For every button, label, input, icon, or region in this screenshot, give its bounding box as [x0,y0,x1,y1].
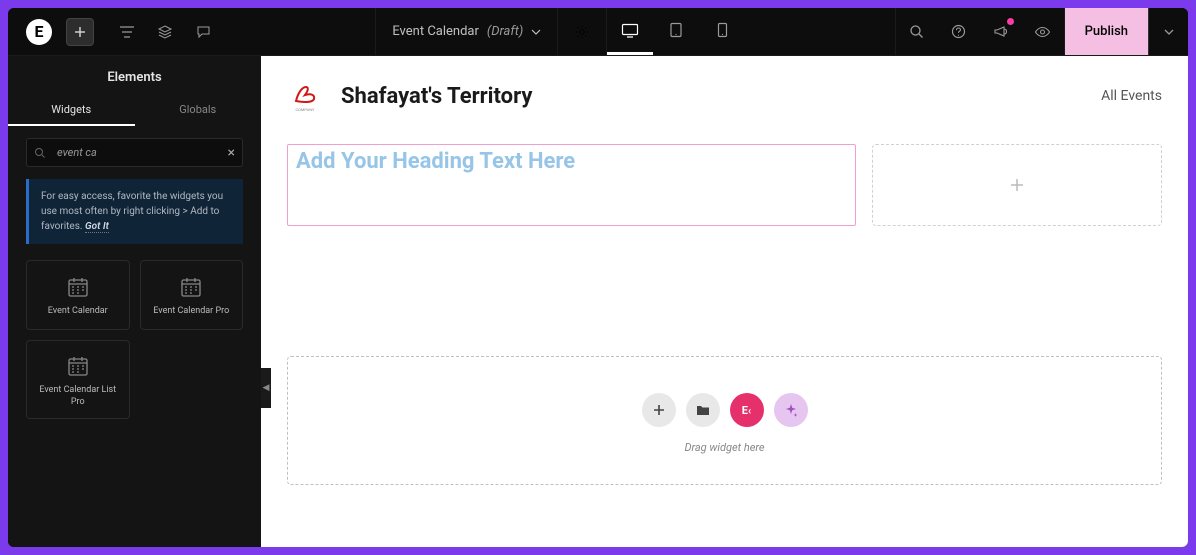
whats-new-button[interactable] [980,8,1022,55]
desktop-icon [621,23,639,38]
content-row-1: Add Your Heading Text Here [287,144,1162,226]
tip-dismiss-link[interactable]: Got It [85,221,109,233]
help-button[interactable] [938,8,980,55]
publish-options-button[interactable] [1148,8,1188,55]
heading-text: Add Your Heading Text Here [296,149,847,174]
ai-button[interactable] [774,393,808,427]
layers-button[interactable] [150,18,180,46]
search-icon [34,147,46,159]
structure-button[interactable] [112,18,142,46]
brand-name: Shafayat's Territory [341,84,532,109]
nav-all-events[interactable]: All Events [1101,88,1162,104]
drop-zone[interactable]: E‹ Drag widget here [287,356,1162,485]
sidebar-title: Elements [8,56,261,95]
responsive-tabs [607,8,745,55]
document-status: (Draft) [487,24,523,39]
calendar-icon [67,276,89,298]
collapse-sidebar-button[interactable]: ◀ [261,368,271,408]
calendar-icon [180,276,202,298]
layers-icon [157,24,173,40]
plus-icon [1009,177,1025,193]
widget-event-calendar-pro[interactable]: Event Calendar Pro [140,260,244,330]
template-library-button[interactable] [686,393,720,427]
search-icon [909,24,924,39]
widget-label: Event Calendar [48,306,108,318]
gear-icon [574,24,590,40]
notes-button[interactable] [188,18,218,46]
plus-icon [653,404,665,416]
canvas-inner: COMPANY Shafayat's Territory All Events … [261,56,1188,503]
search-box: × [26,138,243,167]
tablet-icon [669,22,683,38]
device-desktop-tab[interactable] [607,8,653,55]
widget-label: Event Calendar Pro [153,306,229,318]
search-wrap: × [8,126,261,175]
widgets-grid: Event Calendar Event Calendar Pro Event … [8,254,261,425]
chevron-down-icon [1164,29,1174,35]
topbar: E Event Calendar (Draft) [8,8,1188,56]
plus-icon [74,26,86,38]
add-section-button[interactable] [642,393,676,427]
sparkle-icon [784,403,798,417]
empty-column-add[interactable] [872,144,1162,226]
widget-event-calendar-list-pro[interactable]: Event Calendar List Pro [26,340,130,419]
mobile-icon [717,22,728,38]
body-wrap: Elements Widgets Globals × For easy acce… [8,56,1188,547]
svg-text:COMPANY: COMPANY [296,107,316,112]
widget-event-calendar[interactable]: Event Calendar [26,260,130,330]
folder-icon [696,404,710,416]
topbar-right: Publish [895,8,1188,55]
drop-hint: Drag widget here [684,441,764,454]
drop-actions: E‹ [642,393,808,427]
chevron-down-icon [531,29,541,35]
heading-widget[interactable]: Add Your Heading Text Here [287,144,856,226]
topbar-left: E [8,18,226,46]
tab-widgets[interactable]: Widgets [8,95,135,126]
canvas-area: COMPANY Shafayat's Territory All Events … [261,56,1188,547]
elementskit-button[interactable]: E‹ [730,393,764,427]
structure-icon [119,25,135,39]
app-root: E Event Calendar (Draft) [8,8,1188,547]
add-element-button[interactable] [66,18,94,46]
tip-box: For easy access, favorite the widgets yo… [26,179,243,244]
sidebar-tabs: Widgets Globals [8,95,261,126]
site-header: COMPANY Shafayat's Territory All Events [287,74,1162,114]
device-mobile-tab[interactable] [699,8,745,55]
calendar-icon [67,355,89,377]
search-input[interactable] [26,138,243,167]
tab-globals[interactable]: Globals [135,95,262,126]
elements-sidebar: Elements Widgets Globals × For easy acce… [8,56,261,547]
site-brand: COMPANY Shafayat's Territory [287,78,532,114]
document-title: Event Calendar [392,24,479,39]
notification-dot [1007,18,1014,25]
topbar-center: Event Calendar (Draft) [375,8,745,55]
finder-button[interactable] [896,8,938,55]
document-settings-button[interactable] [557,8,607,55]
tip-text: For easy access, favorite the widgets yo… [41,191,223,232]
eye-icon [1034,26,1051,38]
comment-icon [196,25,211,39]
clear-search-button[interactable]: × [228,145,235,161]
publish-button[interactable]: Publish [1064,8,1148,55]
device-tablet-tab[interactable] [653,8,699,55]
elementor-logo[interactable]: E [26,19,52,45]
help-icon [951,24,966,39]
document-title-dropdown[interactable]: Event Calendar (Draft) [375,8,557,55]
preview-button[interactable] [1022,8,1064,55]
brand-logo: COMPANY [287,78,323,114]
widget-label: Event Calendar List Pro [33,385,123,408]
megaphone-icon [993,24,1009,39]
